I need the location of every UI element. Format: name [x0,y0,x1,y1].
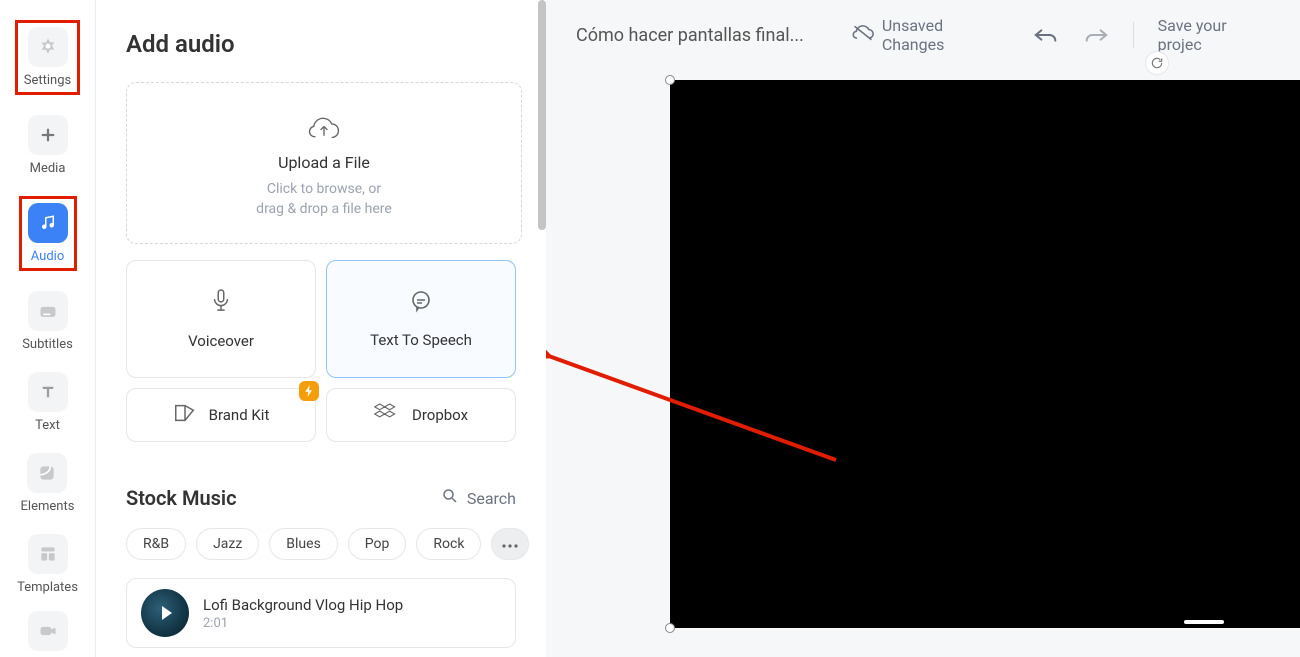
stock-search-label: Search [467,489,516,508]
dropbox-label: Dropbox [412,406,468,424]
bolt-badge-icon [299,381,319,401]
plus-icon [28,115,68,155]
sidebar-label-text: Text [35,418,60,433]
brandkit-icon [173,402,197,428]
track-name: Lofi Background Vlog Hip Hop [203,596,403,614]
subtitles-icon [28,291,68,331]
tts-label: Text To Speech [370,331,472,349]
upload-title: Upload a File [147,153,501,172]
chip-rock[interactable]: Rock [416,528,481,560]
undo-button[interactable] [1033,26,1059,44]
sidebar-item-subtitles[interactable]: Subtitles [22,291,73,352]
sidebar-item-audio[interactable]: Audio [19,196,77,271]
more-horizontal-icon [502,536,518,552]
editor-topbar: Cómo hacer pantallas final... Unsaved Ch… [546,0,1300,70]
settings-icon [28,27,68,67]
sidebar-item-media[interactable]: Media [28,115,68,176]
sidebar-label-subtitles: Subtitles [22,337,73,352]
resize-handle-bl[interactable] [665,623,675,633]
music-note-icon [28,203,68,243]
upload-dropzone[interactable]: Upload a File Click to browse, or drag &… [126,82,522,244]
chip-rnb[interactable]: R&B [126,528,186,560]
voiceover-label: Voiceover [188,332,254,350]
video-canvas[interactable] [670,80,1300,628]
upload-sub1: Click to browse, or [267,181,381,197]
tts-card[interactable]: Text To Speech [326,260,516,378]
unsaved-indicator: Unsaved Changes [852,16,1009,54]
canvas-bottom-handle[interactable] [1184,620,1224,624]
brandkit-card[interactable]: Brand Kit [126,388,316,442]
sidebar-label-media: Media [30,161,66,176]
audio-panel: Add audio Upload a File Click to browse,… [96,0,546,657]
brandkit-label: Brand Kit [209,406,270,424]
panel-title: Add audio [126,30,516,58]
sidebar-item-record[interactable] [28,611,68,651]
sync-icon [1146,52,1168,74]
elements-icon [27,453,67,493]
text-icon [28,372,68,412]
sidebar-label-audio: Audio [31,249,64,264]
canvas-area: Cómo hacer pantallas final... Unsaved Ch… [546,0,1300,657]
play-icon [162,606,172,620]
chip-pop[interactable]: Pop [348,528,407,560]
dropbox-card[interactable]: Dropbox [326,388,516,442]
dropbox-icon [374,402,400,428]
sidebar-item-templates[interactable]: Templates [17,534,78,595]
speech-bubble-icon [409,289,433,317]
chip-blues[interactable]: Blues [269,528,338,560]
cloud-off-icon [852,24,874,46]
sidebar-item-settings[interactable]: Settings [15,20,80,95]
stock-search-button[interactable]: Search [441,487,516,509]
left-sidebar: Settings Media Audio Subtitles Text [0,0,96,657]
sidebar-label-elements: Elements [21,499,75,514]
sidebar-label-settings: Settings [24,73,71,88]
sidebar-item-elements[interactable]: Elements [21,453,75,514]
panel-scrollbar[interactable] [538,0,546,230]
unsaved-label: Unsaved Changes [882,16,1009,54]
resize-handle-tl[interactable] [665,75,675,85]
redo-button[interactable] [1083,26,1109,44]
templates-icon [28,534,68,574]
search-icon [441,487,459,509]
stock-music-title: Stock Music [126,486,237,510]
camera-icon [28,611,68,651]
save-project-label[interactable]: Save your projec [1158,16,1274,54]
voiceover-card[interactable]: Voiceover [126,260,316,378]
upload-subtitle: Click to browse, or drag & drop a file h… [147,180,501,219]
chip-more[interactable] [491,528,529,560]
track-play-button[interactable] [141,589,189,637]
chip-jazz[interactable]: Jazz [196,528,259,560]
project-title[interactable]: Cómo hacer pantallas final... [576,25,804,46]
sidebar-item-text[interactable]: Text [28,372,68,433]
stock-track[interactable]: Lofi Background Vlog Hip Hop 2:01 [126,578,516,648]
genre-chips: R&B Jazz Blues Pop Rock [126,528,516,560]
microphone-icon [210,288,232,318]
track-duration: 2:01 [203,616,403,631]
upload-sub2: drag & drop a file here [256,201,392,217]
cloud-upload-icon [307,115,341,143]
sidebar-label-templates: Templates [17,580,78,595]
